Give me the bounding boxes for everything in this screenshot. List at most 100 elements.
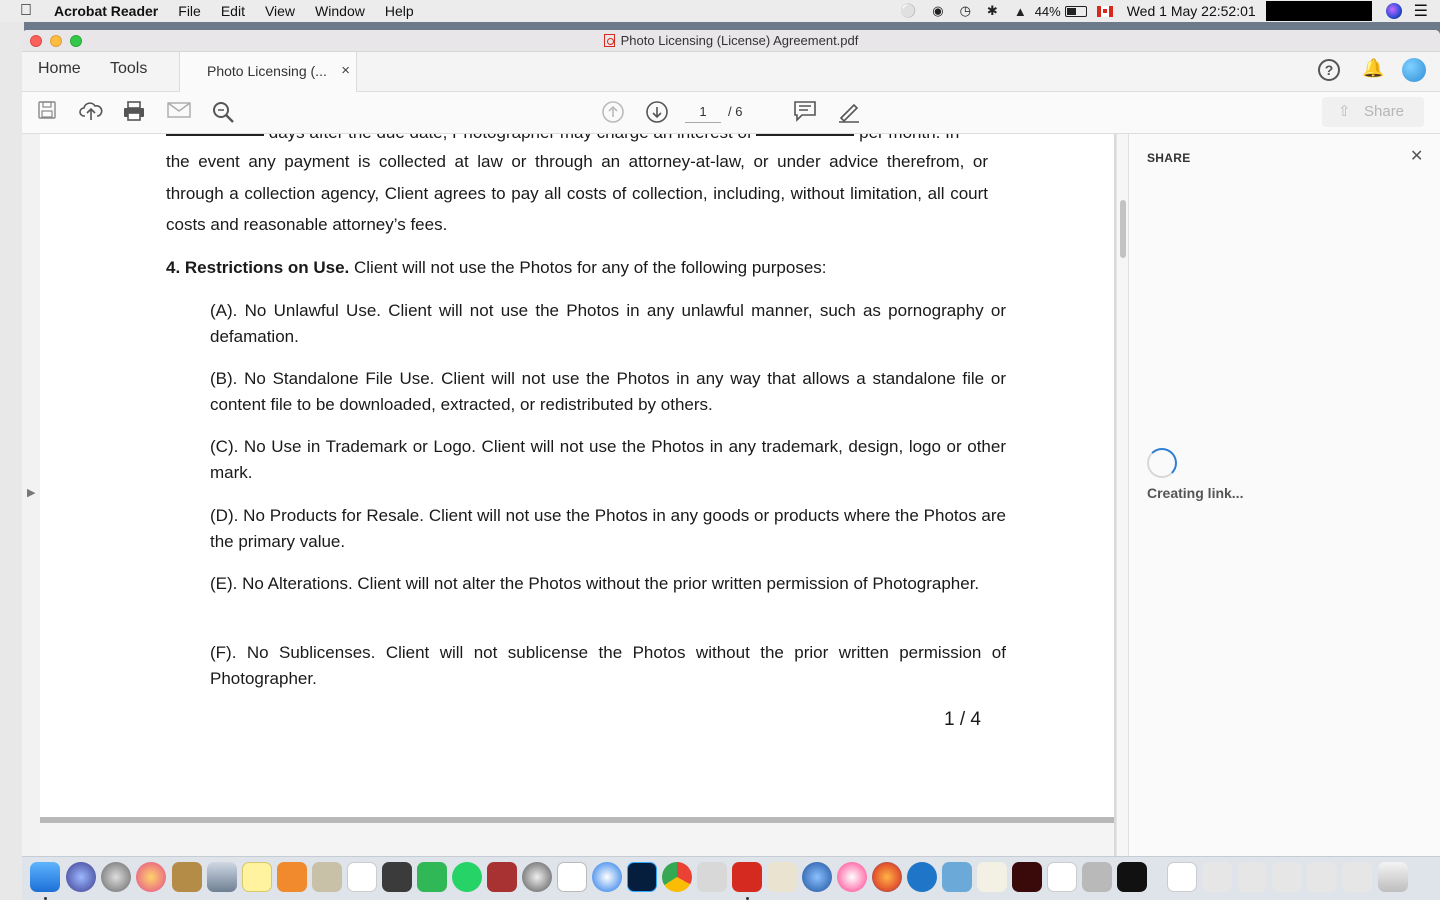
archive-icon[interactable] [312, 862, 342, 892]
share-button-label: Share [1364, 103, 1405, 120]
notes-icon[interactable] [242, 862, 272, 892]
share-icon: ⇧ [1338, 103, 1351, 120]
save-icon[interactable] [37, 100, 57, 126]
doc-top-line-b: per month. In [859, 134, 959, 142]
safari-icon[interactable] [592, 862, 622, 892]
siri-icon[interactable] [1385, 3, 1402, 19]
acrobat-window: Photo Licensing (License) Agreement.pdf … [22, 30, 1440, 856]
macos-dock [22, 856, 1440, 900]
acrobat-reader-icon[interactable] [732, 862, 762, 892]
next-page-icon[interactable] [645, 100, 669, 130]
dvd-player-icon[interactable] [522, 862, 552, 892]
document-icon[interactable] [557, 862, 587, 892]
contacts-notes-icon[interactable] [172, 862, 202, 892]
flash-icon[interactable] [1012, 862, 1042, 892]
finder-icon[interactable] [30, 862, 60, 892]
utility-icon[interactable] [697, 862, 727, 892]
delta-app-icon[interactable] [907, 862, 937, 892]
close-tab-icon[interactable]: × [341, 62, 350, 79]
loading-spinner-icon [1147, 448, 1177, 478]
share-status-text: Creating link... [1147, 485, 1244, 501]
previous-page-icon[interactable] [601, 100, 625, 130]
chrome-icon[interactable] [662, 862, 692, 892]
launchpad-icon[interactable] [101, 862, 131, 892]
photoshop-icon[interactable] [627, 862, 657, 892]
menu-view[interactable]: View [265, 3, 295, 19]
restriction-item-e: (E). No Alterations. Client will not alt… [210, 574, 980, 593]
document-toolbar: 1 / 6 ⇧ Share [22, 92, 1440, 134]
menu-edit[interactable]: Edit [221, 3, 245, 19]
comment-icon[interactable] [793, 100, 817, 128]
books-icon[interactable] [277, 862, 307, 892]
page-total: / 6 [728, 104, 743, 119]
firefox-icon[interactable] [872, 862, 902, 892]
creative-cloud-icon[interactable]: ⚪ [900, 3, 916, 19]
whatsapp-icon[interactable] [452, 862, 482, 892]
screenshot-stack-icon[interactable] [1202, 862, 1232, 892]
photos-icon[interactable] [136, 862, 166, 892]
terminal-icon[interactable] [1117, 862, 1147, 892]
activity-icon[interactable] [382, 862, 412, 892]
calendar-icon[interactable] [1047, 862, 1077, 892]
screenshot-stack-icon[interactable] [1307, 862, 1337, 892]
textedit-icon[interactable] [767, 862, 797, 892]
keychain-icon[interactable] [1082, 862, 1112, 892]
battery-icon[interactable] [1064, 5, 1087, 17]
stickies-icon[interactable] [977, 862, 1007, 892]
bluetooth-icon[interactable]: ✱ [987, 3, 998, 19]
expand-left-panel-icon[interactable]: ▶ [27, 486, 35, 499]
redacted-menu-item [1265, 1, 1372, 21]
vertical-scrollbar[interactable] [1116, 134, 1128, 856]
mail-icon[interactable] [942, 862, 972, 892]
email-icon[interactable] [167, 100, 191, 126]
notifications-bell-icon[interactable]: 🔔 [1362, 58, 1384, 79]
tab-tools[interactable]: Tools [110, 60, 147, 78]
upload-cloud-icon[interactable] [79, 100, 103, 128]
dictionary-icon[interactable] [487, 862, 517, 892]
zoom-search-icon[interactable] [211, 100, 235, 130]
reminders-icon[interactable] [347, 862, 377, 892]
apple-menu-icon[interactable]:  [20, 2, 38, 20]
preview-icon[interactable] [207, 862, 237, 892]
facetime-icon[interactable] [417, 862, 447, 892]
siri-dock-icon[interactable] [66, 862, 96, 892]
share-button[interactable]: ⇧ Share [1322, 97, 1424, 127]
help-icon[interactable]: ? [1318, 59, 1340, 81]
restriction-item-d: (D). No Products for Resale. Client will… [210, 506, 1006, 551]
close-share-panel-icon[interactable]: ✕ [1410, 146, 1423, 166]
doc-top-line-a: days after the due date, Photographer ma… [269, 134, 752, 142]
battery-percent: 44% [1034, 3, 1061, 19]
section-4-intro: Client will not use the Photos for any o… [349, 258, 827, 277]
menu-app-name[interactable]: Acrobat Reader [54, 3, 158, 19]
window-title-text: Photo Licensing (License) Agreement.pdf [620, 33, 859, 48]
print-icon[interactable] [123, 100, 145, 128]
network-icon[interactable] [802, 862, 832, 892]
menu-file[interactable]: File [178, 3, 201, 19]
share-panel: SHARE ✕ Creating link... [1128, 134, 1440, 856]
blank-field-line [756, 134, 855, 136]
menu-extras: ⚪ ◉ ◷ ✱ ▲ 44% Wed 1 May 22:52:01 ☰ [892, 0, 1440, 22]
itunes-icon[interactable] [837, 862, 867, 892]
screenshot-stack-icon[interactable] [1272, 862, 1302, 892]
scrollbar-thumb[interactable] [1120, 200, 1126, 258]
trash-icon[interactable] [1378, 862, 1408, 892]
blank-field-line [166, 134, 264, 136]
tab-home[interactable]: Home [38, 60, 81, 78]
app-badge-icon[interactable]: ◉ [932, 3, 943, 19]
pdf-page: days after the due date, Photographer ma… [40, 134, 1114, 817]
document-viewport[interactable]: ▶ days after the due date, Photographer … [22, 134, 1128, 856]
notification-center-icon[interactable]: ☰ [1414, 1, 1428, 21]
downloads-stack-icon[interactable] [1342, 862, 1372, 892]
menu-clock[interactable]: Wed 1 May 22:52:01 [1127, 3, 1256, 19]
wifi-icon[interactable]: ▲ [1014, 4, 1027, 19]
account-avatar[interactable] [1402, 58, 1426, 82]
screenshot-stack-icon[interactable] [1237, 862, 1267, 892]
sign-pen-icon[interactable] [837, 100, 861, 130]
time-machine-icon[interactable]: ◷ [960, 3, 971, 19]
menu-help[interactable]: Help [385, 3, 414, 19]
input-source-flag-icon[interactable] [1096, 5, 1113, 17]
file-stack-icon[interactable] [1167, 862, 1197, 892]
page-number-input[interactable]: 1 [685, 101, 721, 123]
tab-document[interactable]: Photo Licensing (... × [179, 52, 357, 93]
menu-window[interactable]: Window [315, 3, 365, 19]
